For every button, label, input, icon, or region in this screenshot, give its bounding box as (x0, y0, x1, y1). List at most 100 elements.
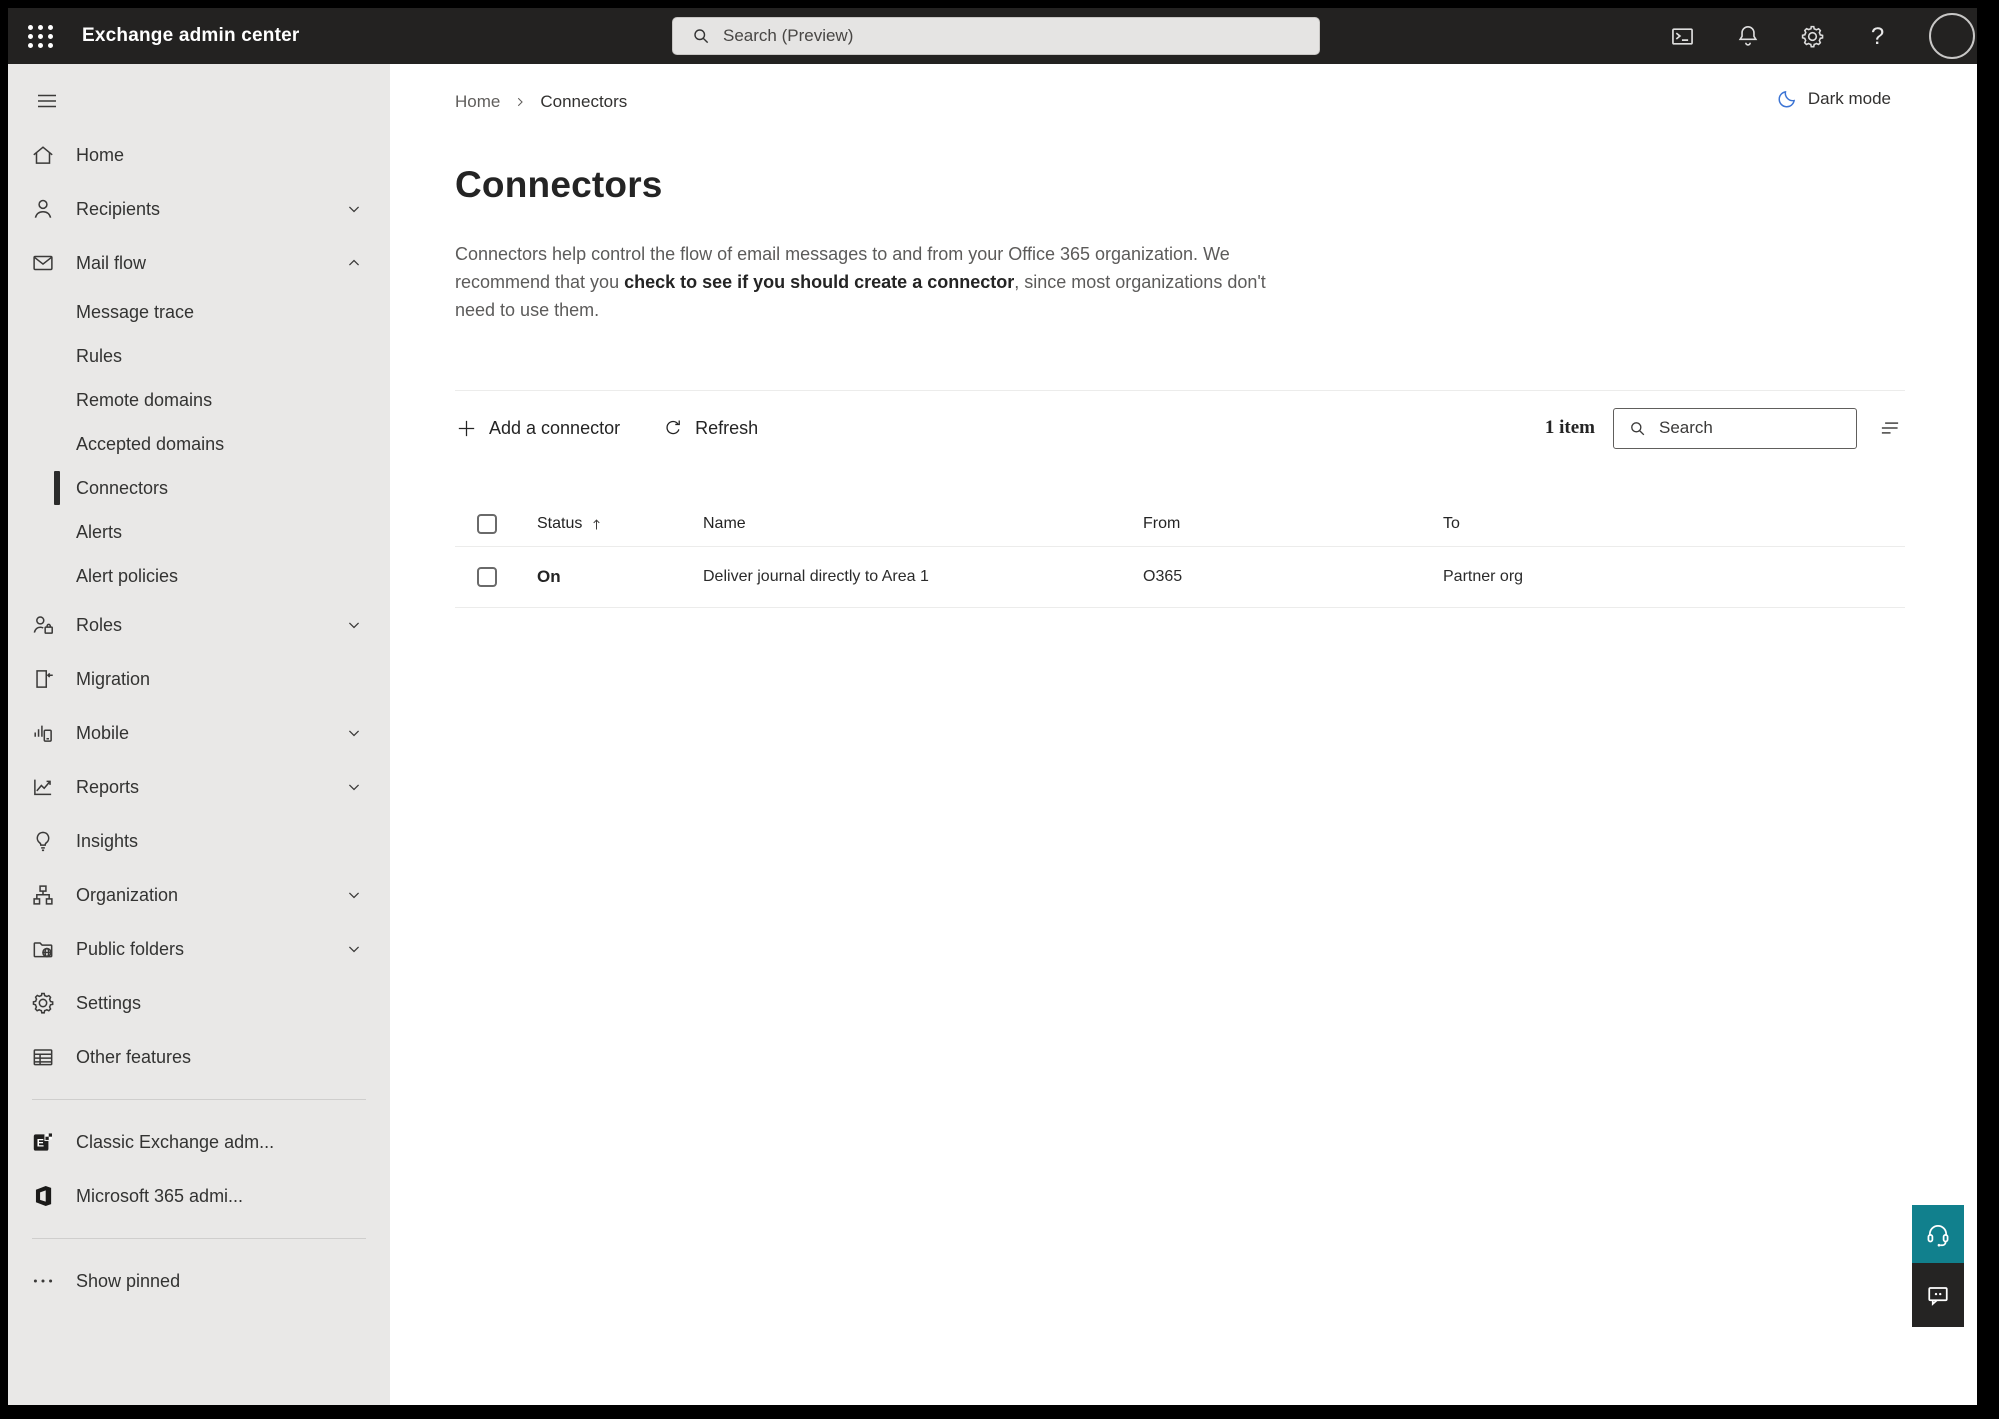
help-support-button[interactable] (1912, 1205, 1964, 1263)
breadcrumb-home[interactable]: Home (455, 92, 500, 112)
sidebar-item-roles[interactable]: Roles (8, 598, 390, 652)
sidebar-item-classic-exchange[interactable]: E Classic Exchange adm... (8, 1115, 390, 1169)
chevron-down-icon (348, 892, 360, 899)
sidebar-item-remote-domains[interactable]: Remote domains (8, 378, 390, 422)
sidebar-item-accepted-domains[interactable]: Accepted domains (8, 422, 390, 466)
sidebar-item-label: Other features (76, 1046, 192, 1067)
filter-button[interactable] (1875, 413, 1905, 443)
sidebar-item-reports[interactable]: Reports (8, 760, 390, 814)
row-name[interactable]: Deliver journal directly to Area 1 (703, 568, 1143, 586)
dark-mode-toggle[interactable]: Dark mode (1776, 88, 1891, 110)
mobile-icon (34, 725, 52, 742)
sidebar-item-label: Roles (76, 614, 123, 635)
row-checkbox[interactable] (477, 567, 497, 587)
waffle-icon (28, 24, 54, 48)
feedback-bubble-icon (1928, 1287, 1948, 1306)
sidebar-item-message-trace[interactable]: Message trace (8, 290, 390, 334)
chevron-down-icon (348, 946, 360, 953)
sidebar-item-label: Mobile (76, 722, 130, 743)
list-search-box[interactable] (1613, 407, 1857, 449)
app-title: Exchange admin center (82, 25, 300, 46)
sidebar-item-recipients[interactable]: Recipients (8, 182, 390, 236)
headset-icon (1927, 1225, 1949, 1247)
help-button[interactable]: ? (1864, 23, 1891, 50)
breadcrumb-current: Connectors (540, 92, 628, 111)
sidebar-item-alerts[interactable]: Alerts (8, 510, 390, 554)
nav-collapse-button[interactable] (32, 88, 62, 114)
select-all-checkbox[interactable] (477, 514, 497, 534)
app-launcher-button[interactable] (8, 8, 74, 64)
sidebar-item-label: Recipients (76, 198, 161, 219)
sidebar-item-mail-flow[interactable]: Mail flow (8, 236, 390, 290)
sidebar-item-migration[interactable]: Migration (8, 652, 390, 706)
person-icon (34, 199, 52, 218)
sidebar-item-label: Settings (76, 992, 142, 1013)
main-content: Home Connectors Dark mode Connectors Con… (390, 64, 1977, 1405)
sidebar-item-organization[interactable]: Organization (8, 868, 390, 922)
table-row[interactable]: On Deliver journal directly to Area 1 O3… (455, 547, 1905, 608)
item-count: 1 item (1544, 417, 1595, 438)
sidebar-item-insights[interactable]: Insights (8, 814, 390, 868)
column-header-to[interactable]: To (1443, 515, 1905, 533)
sidebar-item-label: Mail flow (76, 252, 147, 273)
gear-icon (1801, 25, 1824, 47)
sidebar-item-show-pinned[interactable]: Show pinned (8, 1254, 390, 1308)
hamburger-icon (38, 94, 56, 108)
lightbulb-icon (36, 831, 50, 852)
bell-icon (1738, 25, 1757, 46)
column-header-from[interactable]: From (1143, 515, 1443, 533)
column-header-name[interactable]: Name (703, 515, 1143, 533)
chevron-down-icon (348, 206, 360, 213)
page-description: Connectors help control the flow of emai… (455, 244, 1266, 320)
breadcrumb: Home Connectors (455, 92, 627, 112)
sidebar-divider (32, 1238, 366, 1239)
sidebar-item-label: Classic Exchange adm... (76, 1131, 275, 1152)
table-header-row: Status Name From To (455, 502, 1905, 547)
global-search-input[interactable] (723, 26, 1319, 46)
sidebar-item-connectors[interactable]: Connectors (8, 466, 390, 510)
description-link[interactable]: check to see if you should create a conn… (624, 272, 1014, 292)
terminal-icon (1672, 27, 1693, 45)
top-app-bar: Exchange admin center ? (8, 8, 1977, 64)
sidebar-item-m365-admin[interactable]: Microsoft 365 admi... (8, 1169, 390, 1223)
sidebar-item-label: Show pinned (76, 1270, 181, 1291)
list-search-input[interactable] (1659, 418, 1856, 438)
ellipsis-icon (33, 1279, 53, 1283)
column-header-status[interactable]: Status (537, 515, 703, 533)
refresh-icon (666, 420, 680, 435)
floating-buttons (1912, 1205, 1964, 1327)
sidebar-item-home[interactable]: Home (8, 128, 390, 182)
home-icon (33, 146, 53, 164)
sidebar-item-rules[interactable]: Rules (8, 334, 390, 378)
sidebar-item-other-features[interactable]: Other features (8, 1030, 390, 1084)
global-search-box[interactable] (672, 17, 1320, 55)
sidebar-item-public-folders[interactable]: Public folders (8, 922, 390, 976)
chevron-up-icon (348, 259, 360, 266)
sidebar-item-alert-policies[interactable]: Alert policies (8, 554, 390, 598)
settings-button[interactable] (1799, 23, 1826, 50)
left-nav: Home Recipients Mail flow Message trace … (8, 64, 390, 1405)
notifications-button[interactable] (1734, 23, 1761, 50)
connectors-table: Status Name From To On Deliver journal d… (455, 502, 1905, 608)
account-avatar[interactable] (1929, 13, 1975, 59)
sidebar-item-mobile[interactable]: Mobile (8, 706, 390, 760)
add-connector-button[interactable]: Add a connector (455, 417, 620, 440)
sidebar-item-label: Insights (76, 830, 139, 851)
app-window: Exchange admin center ? (8, 8, 1977, 1405)
sort-ascending-icon (593, 518, 601, 529)
gear-icon (32, 992, 54, 1014)
sidebar-item-label: Public folders (76, 938, 185, 959)
svg-text:E: E (37, 1138, 44, 1150)
feedback-button[interactable] (1912, 1263, 1964, 1327)
sidebar-item-label: Microsoft 365 admi... (76, 1185, 244, 1206)
breadcrumb-chevron-icon (518, 97, 524, 107)
row-from: O365 (1143, 568, 1183, 585)
sidebar-item-label: Home (76, 144, 125, 165)
sidebar-item-settings[interactable]: Settings (8, 976, 390, 1030)
moon-icon (1778, 90, 1795, 108)
refresh-button[interactable]: Refresh (662, 417, 758, 439)
filter-lines-icon (1881, 422, 1899, 434)
chevron-down-icon (348, 622, 360, 629)
terminal-button[interactable] (1669, 23, 1696, 50)
row-status: On (537, 567, 561, 586)
